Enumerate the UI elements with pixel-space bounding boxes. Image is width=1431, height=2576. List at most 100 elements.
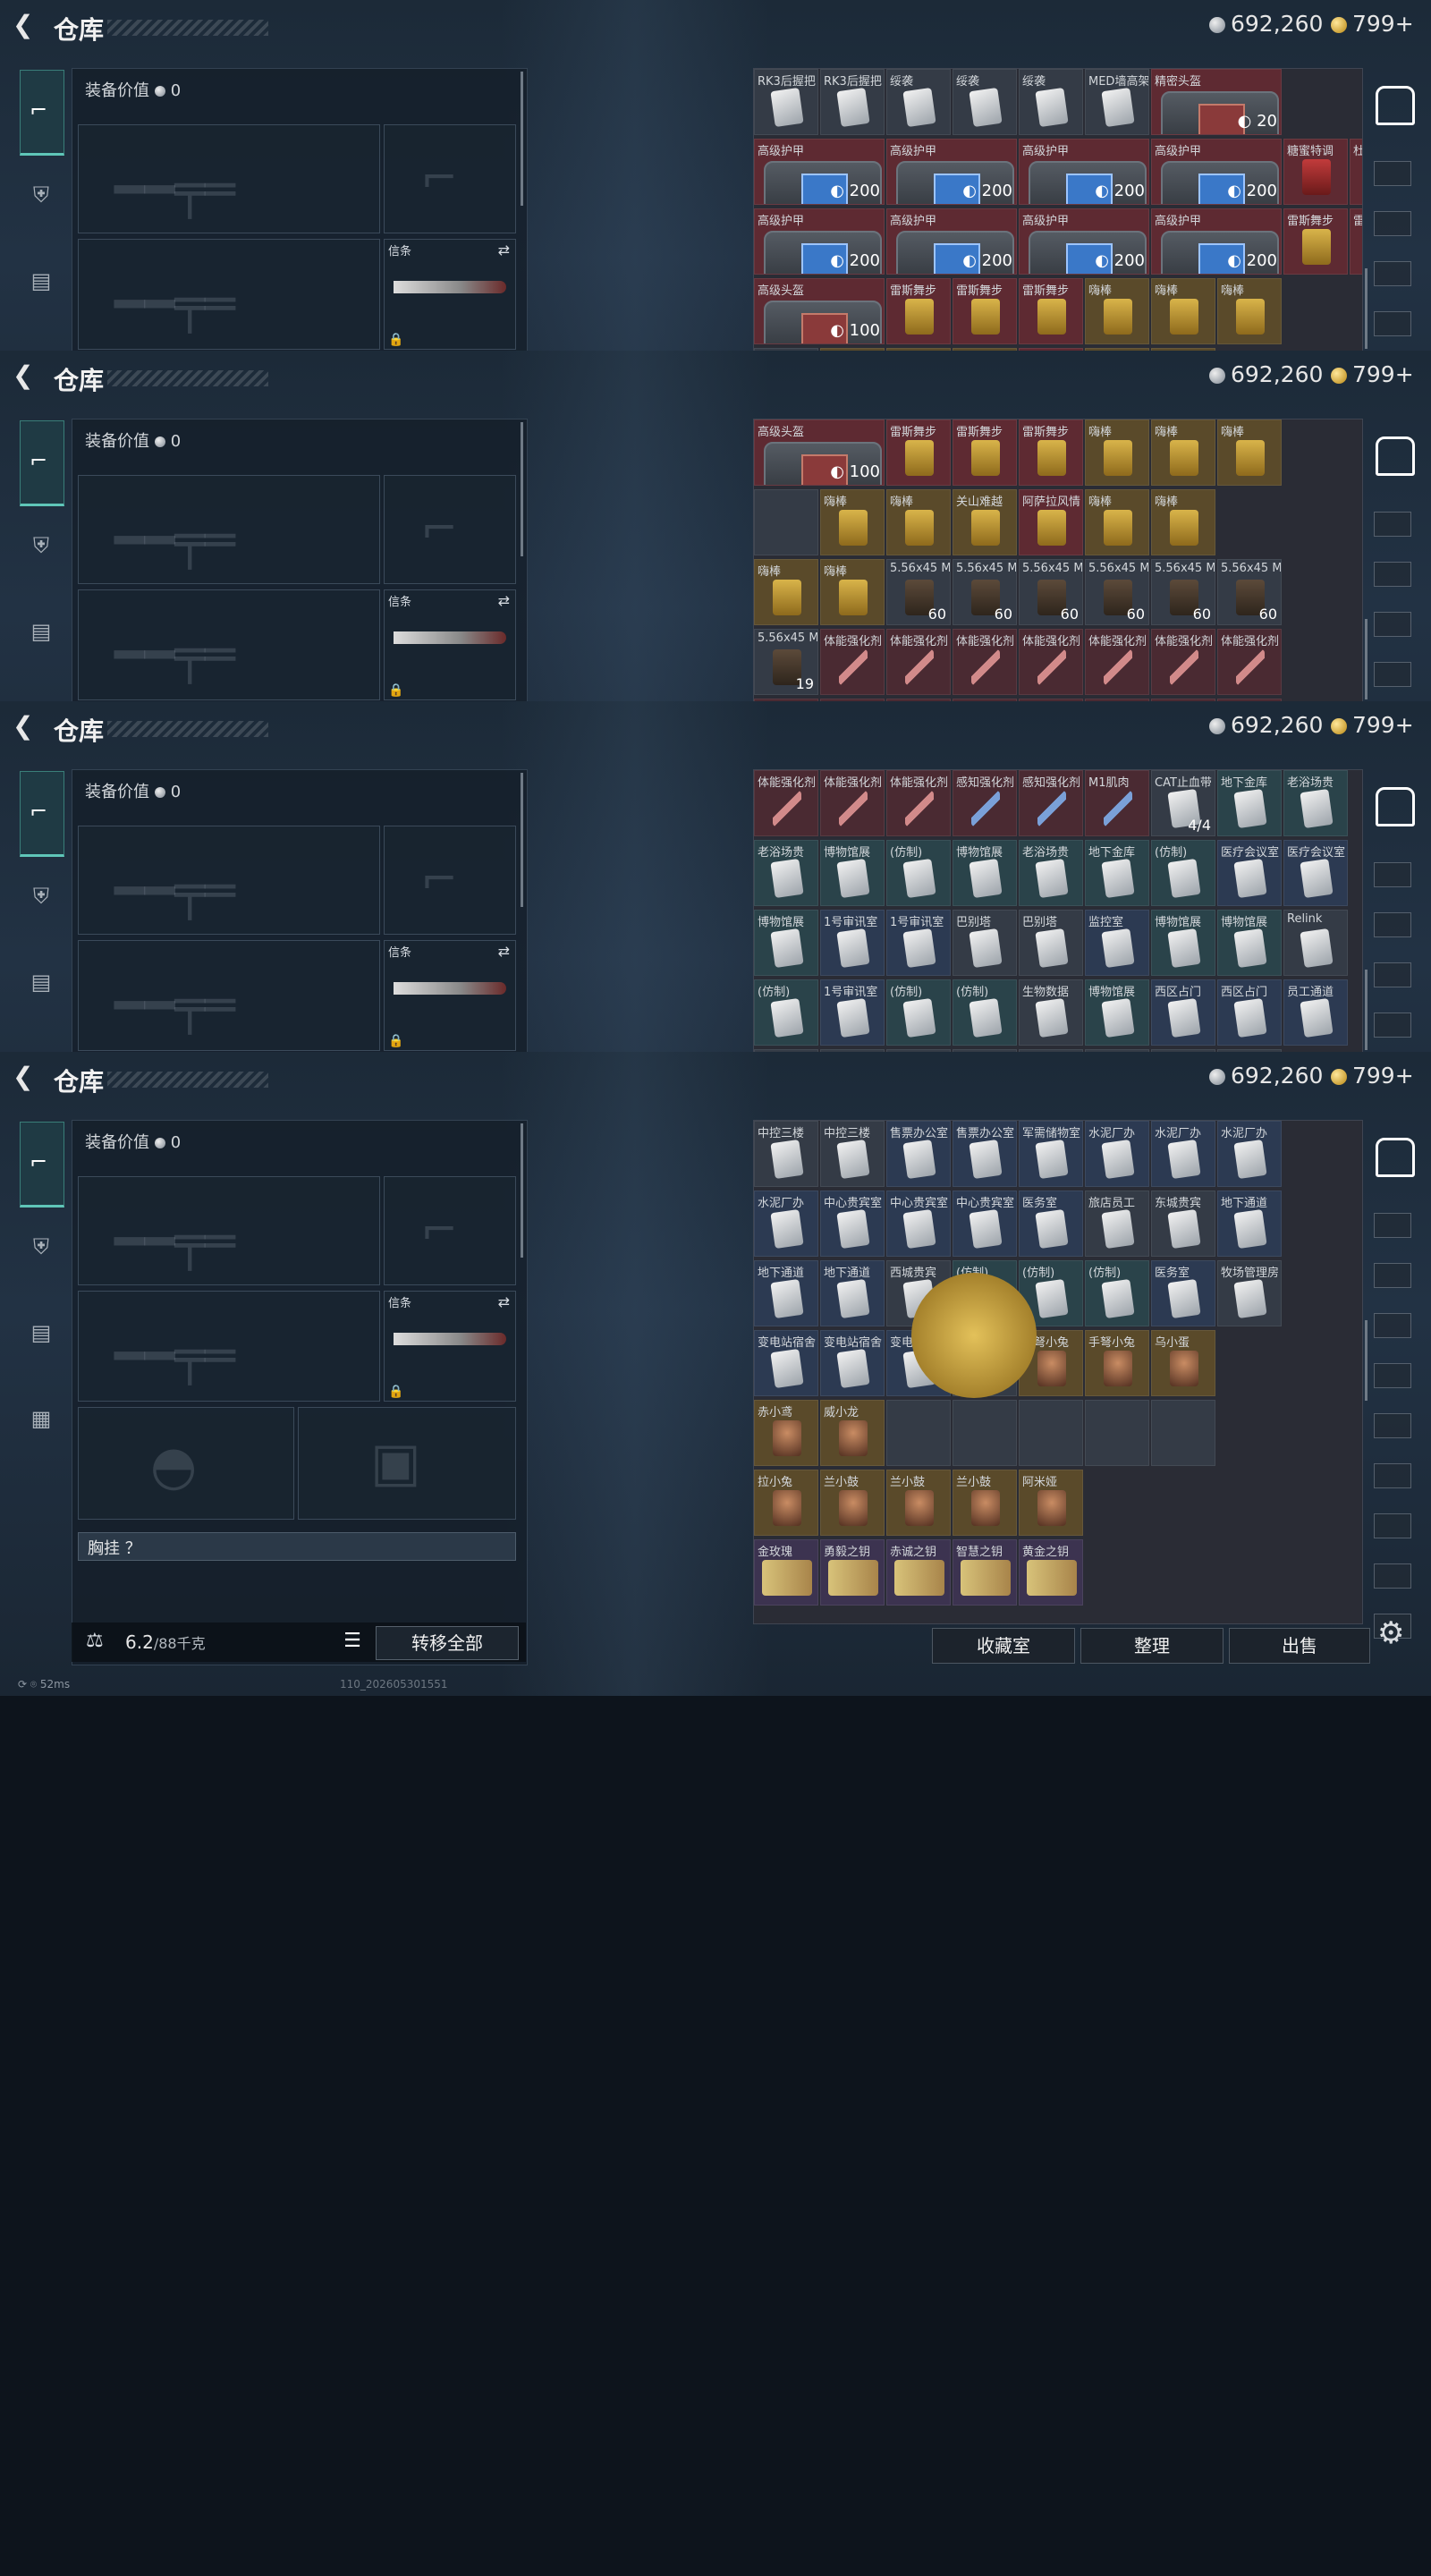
tab-armor[interactable]: ⛨ <box>27 533 55 562</box>
tab-armor[interactable]: ⛨ <box>27 1234 55 1263</box>
item-cell[interactable]: 嗨棒 <box>1151 489 1215 555</box>
item-cell[interactable]: 1号审讯室 <box>820 979 885 1046</box>
tab-supplies[interactable]: ▤ <box>27 619 55 648</box>
item-cell[interactable]: 中心贵宾室 <box>820 1191 885 1257</box>
item-cell[interactable]: 绥袭 <box>953 69 1017 135</box>
item-cell[interactable]: 5.56x45 M855A1 60 <box>953 559 1017 625</box>
item-cell[interactable]: 高级头盔 ◐ 100 <box>754 278 885 344</box>
tab-weapons[interactable]: ⌐ <box>20 1122 64 1208</box>
item-cell[interactable]: 博物馆展 <box>754 910 818 976</box>
gold-currency[interactable]: 799+ <box>1331 361 1414 387</box>
storage-scrollbar[interactable] <box>1365 268 1367 349</box>
item-cell[interactable]: 嗨棒 <box>1151 419 1215 486</box>
item-cell[interactable]: 阿米娅 <box>1019 1470 1083 1536</box>
equipment-scrollbar[interactable] <box>521 72 523 206</box>
storage-page-tab[interactable] <box>1374 211 1411 236</box>
item-cell[interactable]: 体能强化剂 <box>754 770 818 836</box>
item-cell[interactable]: 变电站宿舍 <box>820 1330 885 1396</box>
item-cell[interactable]: 5.56x45 M855A1 60 <box>1151 559 1215 625</box>
item-cell[interactable]: 5.56x45 M855A1 60 <box>886 559 951 625</box>
tab-armor[interactable]: ⛨ <box>27 884 55 912</box>
storage-scrollbar[interactable] <box>1365 1320 1367 1401</box>
item-cell[interactable]: RK3后握把 <box>820 69 885 135</box>
storage-page-tab[interactable] <box>1374 562 1411 587</box>
item-cell[interactable]: 阿萨拉风情 <box>1019 489 1083 555</box>
item-cell[interactable]: 地下金库 <box>1217 770 1282 836</box>
item-cell[interactable]: 5.56x45 M855A1 19 <box>754 629 818 695</box>
secondary-weapon-slot[interactable]: ━━╤═ <box>78 940 380 1051</box>
item-cell[interactable] <box>953 1400 1017 1466</box>
item-cell[interactable]: 嗨棒 <box>754 559 818 625</box>
primary-weapon-slot[interactable]: ━━╤═ <box>78 826 380 935</box>
item-cell[interactable]: (仿制) <box>754 979 818 1046</box>
item-cell[interactable]: 雷斯舞步 <box>1019 419 1083 486</box>
storage-page-tab[interactable] <box>1374 962 1411 987</box>
item-cell[interactable]: 售票办公室 <box>886 1121 951 1187</box>
storage-page-tab[interactable] <box>1374 1563 1411 1589</box>
item-cell[interactable]: 雷斯舞步 <box>1283 208 1348 275</box>
item-cell[interactable]: 高级护甲 ◐ 200 <box>1019 139 1149 205</box>
tab-supplies[interactable]: ▤ <box>27 268 55 297</box>
item-cell[interactable]: 嗨棒 <box>820 489 885 555</box>
item-cell[interactable] <box>754 489 818 555</box>
item-cell[interactable]: 嗨棒 <box>820 559 885 625</box>
item-cell[interactable]: (仿制) <box>886 979 951 1046</box>
sort-button[interactable]: 整理 <box>1080 1628 1224 1664</box>
transfer-all-button[interactable]: 转移全部 <box>376 1626 519 1660</box>
item-cell[interactable] <box>886 1400 951 1466</box>
storage-page-tab[interactable] <box>1374 161 1411 186</box>
item-cell[interactable]: 地下通道 <box>754 1260 818 1326</box>
item-cell[interactable]: 中心贵宾室 <box>886 1191 951 1257</box>
item-cell[interactable]: Relink <box>1283 910 1348 976</box>
item-cell[interactable]: 嗨棒 <box>1085 419 1149 486</box>
item-cell[interactable]: 绥袭 <box>886 69 951 135</box>
item-cell[interactable]: 高级护甲 ◐ 200 <box>1151 208 1282 275</box>
item-cell[interactable]: (仿制) <box>886 840 951 906</box>
swap-icon[interactable]: ⇄ <box>498 592 510 609</box>
item-cell[interactable]: MED墙高架 <box>1085 69 1149 135</box>
item-cell[interactable]: 感知强化剂 <box>1019 770 1083 836</box>
item-cell[interactable] <box>1085 1400 1149 1466</box>
pistol-slot[interactable]: ⌐ <box>384 1176 516 1285</box>
item-cell[interactable]: 医务室 <box>1151 1260 1215 1326</box>
item-cell[interactable]: 兰小鼓 <box>820 1470 885 1536</box>
tab-backpack[interactable]: ▦ <box>27 1406 55 1435</box>
item-cell[interactable]: CAT止血带 4/4 <box>1151 770 1215 836</box>
sell-button[interactable]: 出售 <box>1229 1628 1370 1664</box>
primary-weapon-slot[interactable]: ━━╤═ <box>78 1176 380 1285</box>
item-cell[interactable]: 1号审讯室 <box>886 910 951 976</box>
item-cell[interactable]: 博物馆展 <box>1151 910 1215 976</box>
item-cell[interactable]: 水泥厂办 <box>1217 1121 1282 1187</box>
item-cell[interactable]: 医疗会议室 <box>1217 840 1282 906</box>
item-cell[interactable]: 医疗会议室 <box>1283 840 1348 906</box>
item-cell[interactable]: 雷斯舞步 <box>1350 208 1362 275</box>
item-cell[interactable]: 感知强化剂 <box>953 770 1017 836</box>
swap-icon[interactable]: ⇄ <box>498 242 510 258</box>
tab-supplies[interactable]: ▤ <box>27 1320 55 1349</box>
pistol-slot[interactable]: ⌐ <box>384 124 516 233</box>
item-cell[interactable]: 1号审讯室 <box>820 910 885 976</box>
secondary-weapon-slot[interactable]: ━━╤═ <box>78 1291 380 1402</box>
item-cell[interactable]: 5.56x45 M855A1 60 <box>1085 559 1149 625</box>
list-view-icon[interactable]: ☰ <box>340 1630 365 1655</box>
item-cell[interactable] <box>1151 1400 1215 1466</box>
item-cell[interactable]: 雷斯舞步 <box>886 278 951 344</box>
item-cell[interactable]: 高级护甲 ◐ 200 <box>754 139 885 205</box>
item-cell[interactable]: 巴别塔 <box>953 910 1017 976</box>
storage-page-tab[interactable] <box>1374 1213 1411 1238</box>
item-cell[interactable]: 体能强化剂 <box>1085 629 1149 695</box>
item-cell[interactable]: RK3后握把 <box>754 69 818 135</box>
storage-page-tab[interactable] <box>1374 512 1411 537</box>
tab-supplies[interactable]: ▤ <box>27 970 55 998</box>
item-cell[interactable]: 威小龙 <box>820 1400 885 1466</box>
gear-icon[interactable]: ⚙ <box>1377 1615 1404 1651</box>
item-cell[interactable]: 地下金库 <box>1085 840 1149 906</box>
item-cell[interactable]: 体能强化剂 <box>1217 629 1282 695</box>
item-cell[interactable]: 赤诚之钥 <box>886 1539 951 1606</box>
storage-page-tab[interactable] <box>1374 1513 1411 1538</box>
equipment-scrollbar[interactable] <box>521 773 523 907</box>
item-cell[interactable]: 嗨棒 <box>1085 489 1149 555</box>
item-cell[interactable]: 体能强化剂 <box>886 770 951 836</box>
storage-page-tab[interactable] <box>1374 1313 1411 1338</box>
tab-weapons[interactable]: ⌐ <box>20 420 64 506</box>
